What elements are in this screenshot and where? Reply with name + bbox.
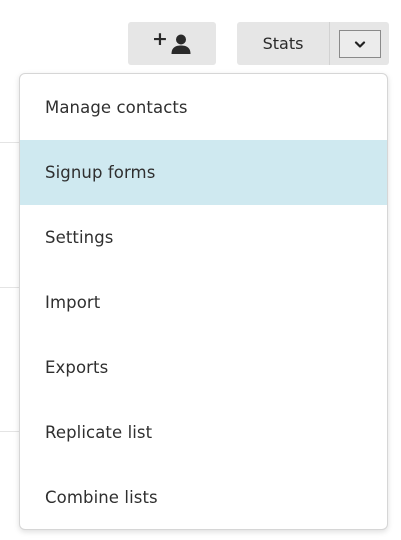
stats-button[interactable]: Stats: [237, 22, 329, 65]
background-divider: [0, 431, 20, 432]
menu-item-label: Combine lists: [45, 488, 158, 507]
background-divider: [0, 287, 20, 288]
plus-glyph: +: [152, 28, 168, 50]
chevron-down-icon: [354, 34, 366, 53]
menu-item-label: Import: [45, 293, 101, 312]
user-plus-icon: [170, 33, 192, 55]
menu-item-manage-contacts[interactable]: Manage contacts: [20, 75, 387, 140]
menu-item-label: Signup forms: [45, 163, 156, 182]
dropdown-menu: Manage contacts Signup forms Settings Im…: [19, 73, 388, 530]
menu-item-label: Manage contacts: [45, 98, 188, 117]
menu-item-settings[interactable]: Settings: [20, 205, 387, 270]
menu-item-combine-lists[interactable]: Combine lists: [20, 465, 387, 529]
menu-item-signup-forms[interactable]: Signup forms: [20, 140, 387, 205]
toggle-focus-box: [338, 29, 381, 58]
menu-item-exports[interactable]: Exports: [20, 335, 387, 400]
stats-dropdown-toggle[interactable]: [329, 22, 389, 65]
add-contact-button[interactable]: +: [128, 22, 216, 65]
stats-button-label: Stats: [262, 34, 304, 53]
menu-item-label: Settings: [45, 228, 114, 247]
menu-item-replicate-list[interactable]: Replicate list: [20, 400, 387, 465]
menu-item-label: Exports: [45, 358, 109, 377]
background-divider: [0, 142, 20, 143]
menu-item-import[interactable]: Import: [20, 270, 387, 335]
menu-item-label: Replicate list: [45, 423, 153, 442]
